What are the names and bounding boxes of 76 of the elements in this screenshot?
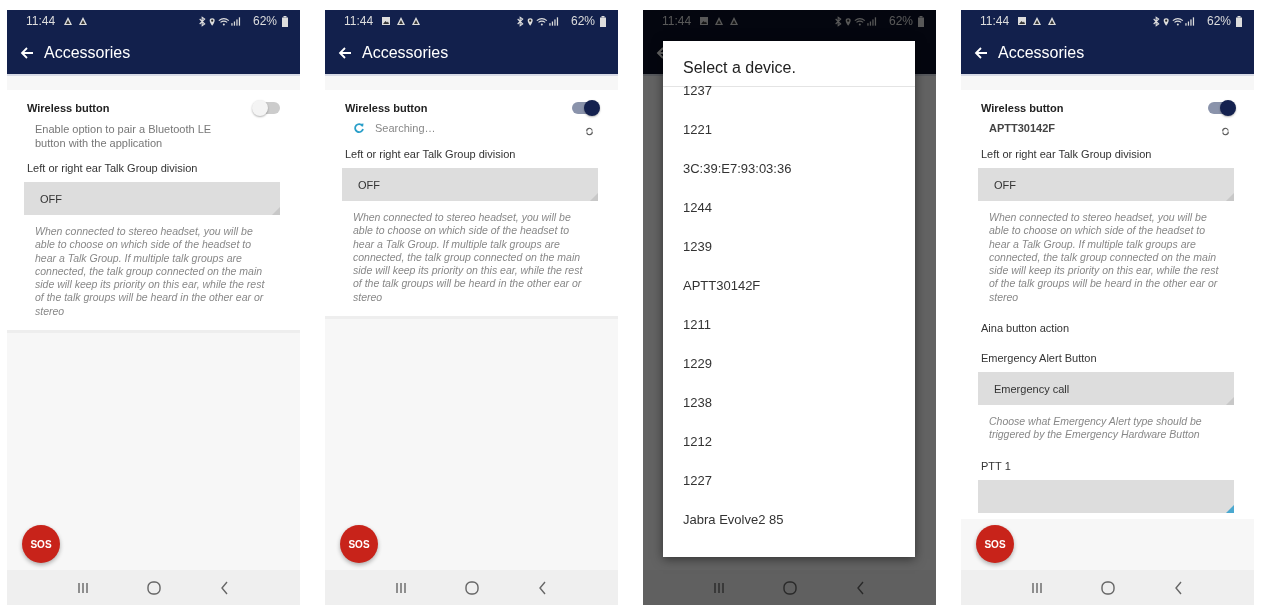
setting-label: Left or right ear Talk Group division: [27, 161, 199, 176]
battery-icon: [918, 15, 924, 27]
device-list-item[interactable]: 1239: [683, 240, 915, 279]
status-time: 11:44: [26, 14, 56, 28]
dropdown-field[interactable]: [978, 479, 1234, 513]
dropdown-field[interactable]: OFF: [978, 168, 1234, 201]
image-icon: [699, 16, 710, 26]
triangle-icon: [1032, 16, 1043, 26]
sos-floating-button[interactable]: SOS: [22, 525, 60, 563]
image-icon: [381, 16, 392, 26]
status-time: 11:44: [980, 14, 1010, 28]
home-icon[interactable]: [463, 579, 480, 596]
setting-title: Wireless button: [345, 102, 428, 114]
screen-title: Accessories: [998, 44, 1085, 62]
refresh-icon: [353, 122, 365, 134]
triangle-icon: [411, 16, 422, 26]
screen-title: Accessories: [44, 44, 131, 62]
setting-label: Emergency Alert Button: [981, 351, 1098, 367]
sync-icon[interactable]: [585, 126, 594, 136]
back-arrow-icon[interactable]: [19, 45, 35, 61]
dropdown-field[interactable]: Emergency call: [978, 372, 1234, 406]
device-list-item[interactable]: 1237: [683, 84, 915, 123]
toggle-switch[interactable]: [1208, 102, 1234, 114]
device-list-item[interactable]: 1227: [683, 474, 915, 513]
device-list-item[interactable]: APTT30142F: [683, 279, 915, 318]
setting-hint: When connected to stereo headset, you will be able to choose on which side of the headset to hear a Talk Group. If multiple talk groups are connected, the talk group connected on the main side will keep its priority on this ear, while the rest of the talk groups will be heard in the other ear or stereo: [352, 210, 584, 305]
sos-floating-button[interactable]: SOS: [976, 525, 1014, 563]
device-list-item[interactable]: 1244: [683, 201, 915, 240]
back-arrow-icon[interactable]: [973, 45, 989, 61]
battery-icon: [1236, 15, 1242, 27]
dropdown-field[interactable]: OFF: [24, 182, 280, 215]
triangle-icon: [63, 16, 74, 26]
device-list-item[interactable]: 1221: [683, 123, 915, 162]
triangle-icon: [396, 16, 407, 26]
device-list-item[interactable]: 3C:39:E7:93:03:36: [683, 162, 915, 201]
dialog-title: Select a device.: [663, 41, 915, 87]
toggle-switch[interactable]: [254, 102, 280, 114]
dropdown-field[interactable]: OFF: [342, 168, 598, 201]
home-icon[interactable]: [1099, 579, 1116, 596]
setting-hint: When connected to stereo headset, you will be able to choose on which side of the headset to hear a Talk Group. If multiple talk groups are connected, the talk group connected on the main side will keep its priority on this ear, while the rest of the talk groups will be heard in the other ear or stereo: [988, 210, 1220, 305]
triangle-icon: [729, 16, 740, 26]
triangle-icon: [714, 16, 725, 26]
device-list-item[interactable]: 1212: [683, 435, 915, 474]
device-list-item[interactable]: 1211: [683, 318, 915, 357]
home-icon[interactable]: [781, 579, 798, 596]
battery-percent: 62%: [570, 14, 595, 28]
setting-title: Wireless button: [27, 102, 110, 114]
sync-icon[interactable]: [1221, 126, 1230, 136]
battery-icon: [282, 15, 288, 27]
device-list-item[interactable]: Jabra Evolve2 85: [683, 513, 915, 552]
device-list-item[interactable]: 1238: [683, 396, 915, 435]
triangle-icon: [78, 16, 89, 26]
image-icon: [1017, 16, 1028, 26]
toggle-switch[interactable]: [572, 102, 598, 114]
setting-label: PTT 1: [981, 458, 1012, 474]
triangle-icon: [1047, 16, 1058, 26]
battery-percent: 62%: [888, 14, 913, 28]
setting-hint: Choose what Emergency Alert type should be triggered by the Emergency Hardware Button: [988, 414, 1203, 443]
status-time: 11:44: [344, 14, 374, 28]
screen-title: Accessories: [362, 44, 449, 62]
setting-label: Left or right ear Talk Group division: [345, 147, 517, 162]
status-time: 11:44: [662, 14, 692, 28]
searching-text: Searching…: [375, 122, 436, 134]
setting-label: Aina button action: [981, 321, 1071, 337]
back-arrow-icon[interactable]: [337, 45, 353, 61]
setting-description: Enable option to pair a Bluetooth LE button with the application: [34, 122, 213, 150]
battery-icon: [600, 15, 606, 27]
home-icon[interactable]: [145, 579, 162, 596]
paired-device-name: APTT30142F: [989, 122, 1056, 134]
setting-hint: When connected to stereo headset, you will be able to choose on which side of the headset to hear a Talk Group. If multiple talk groups are connected, the talk group connected on the main side will keep its priority on this ear, while the rest of the talk groups will be heard in the other ear or stereo: [34, 224, 266, 319]
setting-title: Wireless button: [981, 102, 1064, 114]
battery-percent: 62%: [252, 14, 277, 28]
setting-label: Left or right ear Talk Group division: [981, 147, 1153, 162]
device-list-item[interactable]: 1229: [683, 357, 915, 396]
battery-percent: 62%: [1206, 14, 1231, 28]
sos-floating-button[interactable]: SOS: [340, 525, 378, 563]
